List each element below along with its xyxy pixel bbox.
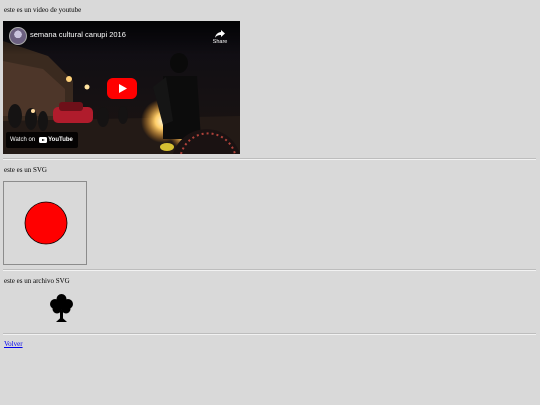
tree-icon — [50, 294, 73, 322]
youtube-embed[interactable]: semana cultural canupi 2016 Share Watch … — [3, 21, 240, 154]
play-icon[interactable] — [107, 78, 137, 99]
divider — [3, 158, 536, 160]
share-button[interactable]: Share — [209, 27, 231, 47]
youtube-logo-icon: YouTube — [39, 137, 73, 143]
video-title[interactable]: semana cultural canupi 2016 — [30, 30, 126, 39]
svg-frame — [3, 181, 87, 265]
youtube-brand-label: YouTube — [48, 137, 73, 143]
divider — [3, 269, 536, 271]
svg-file-caption: este es un archivo SVG — [4, 277, 70, 285]
share-label: Share — [212, 39, 228, 45]
back-link[interactable]: Volver — [4, 340, 23, 349]
svg-caption: este es un SVG — [4, 166, 47, 174]
divider — [3, 333, 536, 335]
channel-avatar[interactable] — [9, 27, 27, 45]
red-circle — [24, 201, 68, 245]
watch-on-youtube-button[interactable]: Watch on YouTube — [6, 132, 78, 148]
page: este es un video de youtube semana cultu… — [0, 0, 540, 405]
watch-on-label: Watch on — [10, 137, 36, 143]
video-caption: este es un video de youtube — [4, 6, 82, 14]
